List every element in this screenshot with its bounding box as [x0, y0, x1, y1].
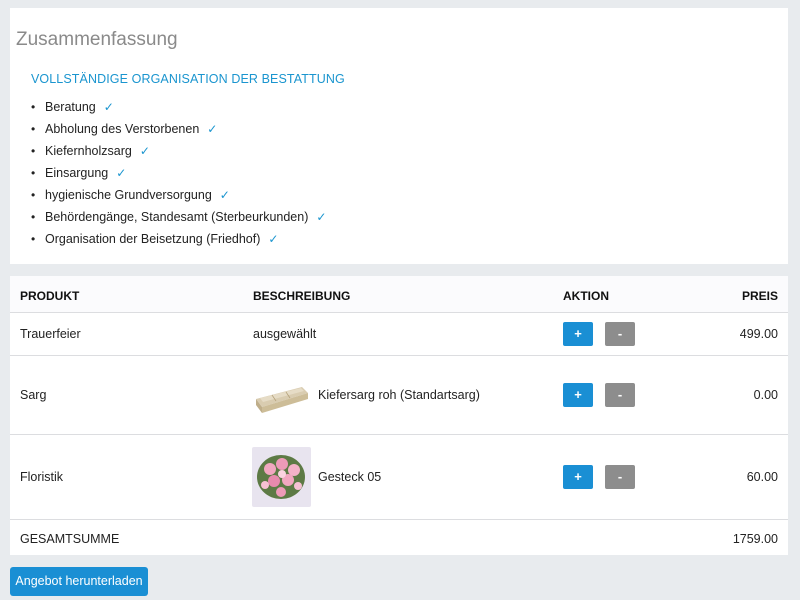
add-button[interactable]: + [563, 322, 593, 346]
table-row: Trauerfeier ausgewählt + - 499.00 [10, 313, 788, 356]
remove-button[interactable]: - [605, 322, 635, 346]
service-item: • Kiefernholzsarg ✓ [31, 140, 326, 162]
coffin-image [252, 365, 311, 425]
service-item-label: Abholung des Verstorbenen [45, 122, 200, 136]
bullet-icon: • [31, 188, 36, 202]
flower-arrangement-graphic [252, 447, 311, 507]
service-item: • Beratung ✓ [31, 96, 326, 118]
download-offer-button[interactable]: Angebot herunterladen [10, 567, 148, 596]
bullet-icon: • [31, 100, 36, 114]
total-value: 1759.00 [732, 532, 778, 546]
summary-subtitle: VOLLSTÄNDIGE ORGANISATION DER BESTATTUNG [31, 72, 345, 86]
service-item: • hygienische Grundversorgung ✓ [31, 184, 326, 206]
check-icon: ✓ [116, 166, 127, 180]
bullet-icon: • [31, 210, 36, 224]
check-icon: ✓ [207, 122, 218, 136]
add-button[interactable]: + [563, 383, 593, 407]
total-label: GESAMTSUMME [20, 532, 120, 546]
product-name: Sarg [20, 388, 47, 402]
check-icon: ✓ [268, 232, 279, 246]
product-name: Trauerfeier [20, 327, 81, 341]
check-icon: ✓ [139, 144, 150, 158]
header-product: PRODUKT [20, 289, 80, 303]
summary-title: Zusammenfassung [16, 29, 178, 50]
service-item-label: Behördengänge, Standesamt (Sterbeurkunde… [45, 210, 309, 224]
product-description: Kiefersarg roh (Standartsarg) [318, 388, 480, 402]
product-description: Gesteck 05 [318, 470, 382, 484]
product-name: Floristik [20, 470, 64, 484]
table-row: Floristik Gesteck 05 + - 60.00 [10, 435, 788, 520]
total-row: GESAMTSUMME 1759.00 [10, 520, 788, 555]
flower-arrangement-image [252, 447, 311, 507]
product-price: 499.00 [739, 327, 778, 341]
service-item: • Einsargung ✓ [31, 162, 326, 184]
product-price: 60.00 [746, 470, 778, 484]
check-icon: ✓ [103, 100, 114, 114]
product-description: ausgewählt [253, 327, 317, 341]
remove-button[interactable]: - [605, 383, 635, 407]
service-item: • Organisation der Beisetzung (Friedhof)… [31, 228, 326, 250]
check-icon: ✓ [219, 188, 230, 202]
header-action: AKTION [563, 289, 609, 303]
header-price: PREIS [741, 289, 778, 303]
remove-button[interactable]: - [605, 465, 635, 489]
service-item: • Behördengänge, Standesamt (Sterbeurkun… [31, 206, 326, 228]
bullet-icon: • [31, 144, 36, 158]
table-row: Sarg Kiefersarg roh (Standartsarg) + - 0… [10, 356, 788, 435]
bullet-icon: • [31, 122, 36, 136]
service-item-label: Einsargung [45, 166, 109, 180]
service-item-label: hygienische Grundversorgung [45, 188, 212, 202]
table-header: PRODUKT BESCHREIBUNG AKTION PREIS [10, 276, 788, 313]
service-item-label: Kiefernholzsarg [45, 144, 132, 158]
service-item-label: Organisation der Beisetzung (Friedhof) [45, 232, 261, 246]
service-list: • Beratung ✓ • Abholung des Verstorbenen… [31, 96, 326, 250]
service-item: • Abholung des Verstorbenen ✓ [31, 118, 326, 140]
bullet-icon: • [31, 166, 36, 180]
service-item-label: Beratung [45, 100, 96, 114]
add-button[interactable]: + [563, 465, 593, 489]
summary-card: Zusammenfassung VOLLSTÄNDIGE ORGANISATIO… [10, 8, 788, 264]
check-icon: ✓ [316, 210, 327, 224]
product-price: 0.00 [753, 388, 778, 402]
product-table: PRODUKT BESCHREIBUNG AKTION PREIS Trauer… [10, 276, 788, 555]
coffin-image-graphic [252, 365, 311, 425]
bullet-icon: • [31, 232, 36, 246]
header-description: BESCHREIBUNG [253, 289, 351, 303]
